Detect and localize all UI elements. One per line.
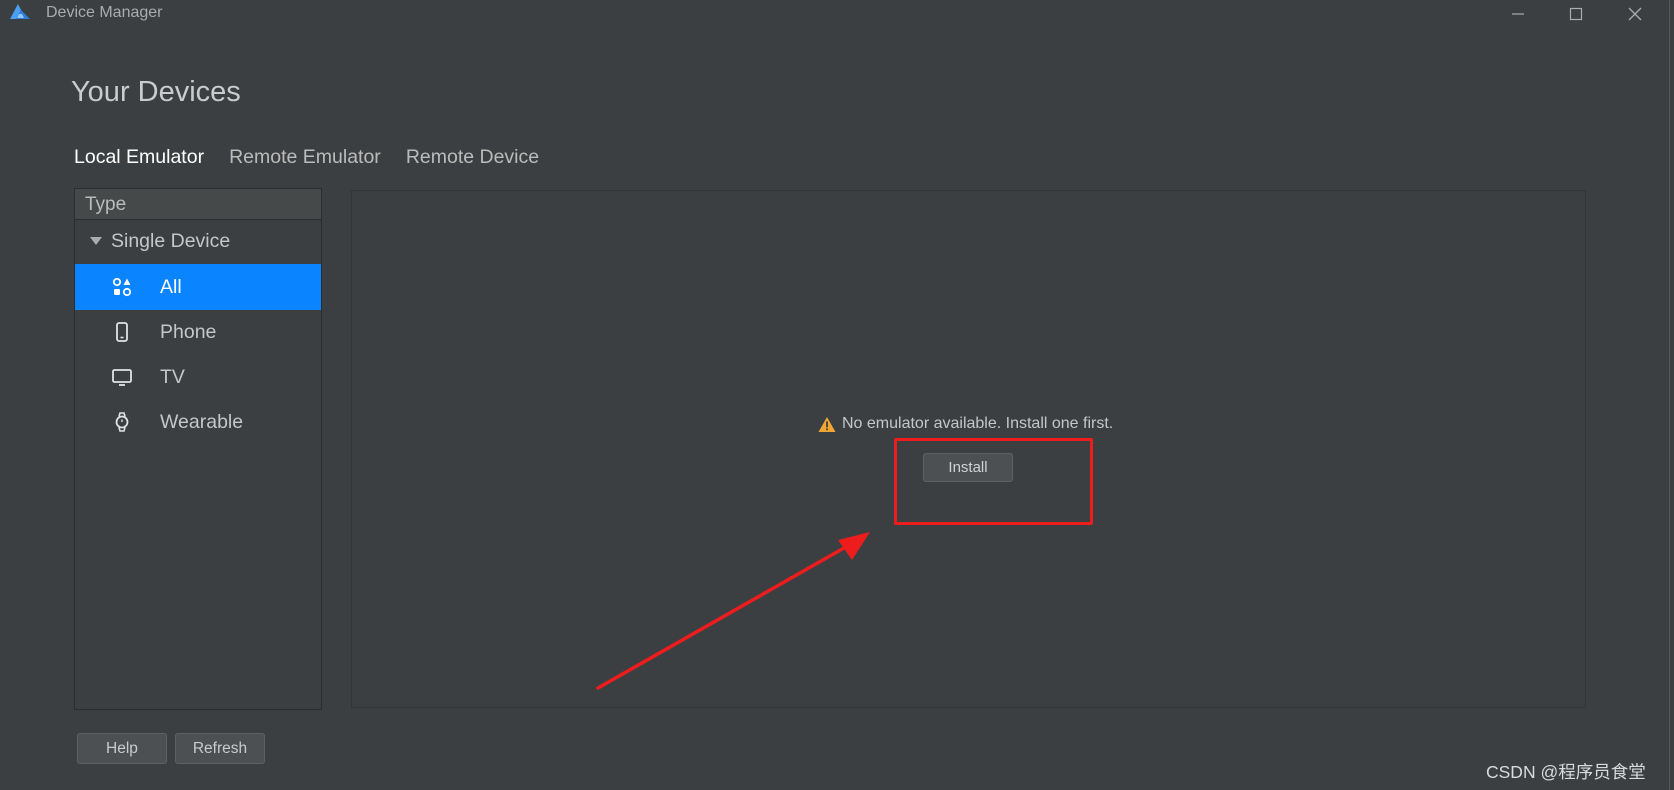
type-item-label: TV [160, 366, 185, 388]
window-title: Device Manager [46, 4, 163, 21]
type-item-all[interactable]: All [75, 264, 321, 310]
type-item-label: Wearable [160, 411, 244, 433]
page-title: Your Devices [71, 76, 241, 108]
type-column-header: Type [75, 189, 321, 220]
window-edge-divider [1669, 0, 1670, 790]
maximize-button[interactable] [1553, 0, 1599, 28]
close-button[interactable] [1612, 0, 1658, 28]
type-item-phone[interactable]: Phone [75, 309, 321, 355]
title-bar: Device Manager [0, 0, 1674, 28]
tv-icon [112, 369, 132, 386]
empty-state-message: No emulator available. Install one first… [818, 413, 1113, 435]
device-source-tabs: Local Emulator Remote Emulator Remote De… [74, 146, 564, 172]
type-item-label: All [160, 276, 182, 298]
device-manager-window: Device Manager Your Devices Local Emulat… [0, 0, 1674, 790]
tab-remote-emulator[interactable]: Remote Emulator [229, 146, 381, 172]
watch-icon [115, 412, 129, 432]
warning-icon [818, 416, 836, 432]
type-item-label: Phone [160, 321, 217, 343]
annotation-highlight-box [894, 438, 1093, 525]
single-device-group[interactable]: Single Device [75, 220, 321, 264]
close-icon [1628, 7, 1642, 21]
minimize-button[interactable] [1495, 0, 1541, 28]
tab-remote-device[interactable]: Remote Device [406, 146, 539, 172]
device-type-panel: Type Single Device All Phone TV Wearable [74, 188, 322, 710]
empty-state-text: No emulator available. Install one first… [842, 415, 1114, 432]
help-button[interactable]: Help [77, 733, 167, 764]
annotation-arrow-icon [596, 532, 870, 690]
type-header-label: Type [85, 194, 127, 215]
refresh-button[interactable]: Refresh [175, 733, 265, 764]
minimize-icon [1512, 13, 1524, 15]
maximize-icon [1569, 7, 1583, 21]
csdn-watermark: CSDN @程序员食堂 [1486, 762, 1646, 782]
group-label: Single Device [111, 230, 231, 252]
tab-local-emulator[interactable]: Local Emulator [74, 146, 204, 172]
type-item-tv[interactable]: TV [75, 354, 321, 400]
grid-shapes-icon [112, 277, 132, 297]
app-logo-icon [10, 4, 30, 19]
caret-down-icon[interactable] [90, 237, 102, 245]
type-item-wearable[interactable]: Wearable [75, 399, 321, 445]
phone-icon [116, 322, 128, 342]
